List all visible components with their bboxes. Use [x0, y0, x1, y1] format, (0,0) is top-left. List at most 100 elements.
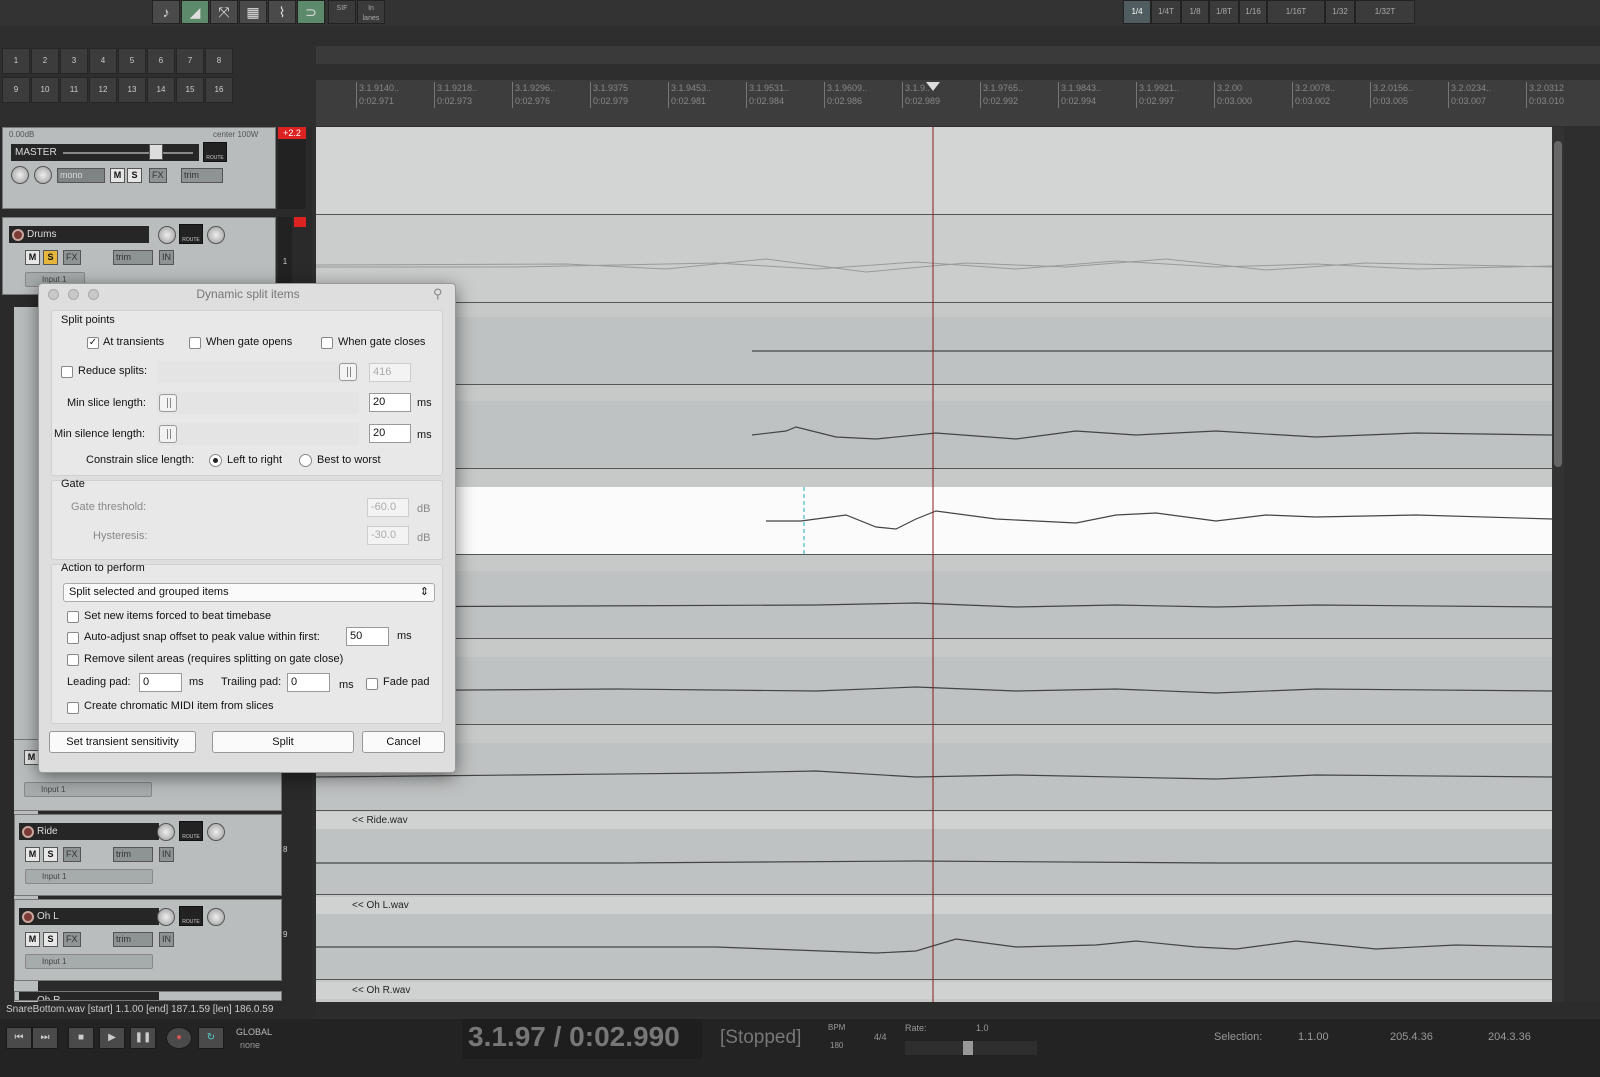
slider-thumb[interactable]	[159, 425, 177, 443]
metronome-icon[interactable]: ♪	[152, 0, 180, 24]
min-slice-field[interactable]: 20	[369, 393, 411, 412]
lanes-button[interactable]: In lanes	[357, 0, 385, 24]
track-num-button[interactable]: 8	[205, 48, 233, 74]
track-name[interactable]: Oh L	[19, 908, 159, 925]
record-arm-icon[interactable]	[22, 826, 34, 838]
slider-thumb[interactable]	[159, 394, 177, 412]
gate-closes-checkbox[interactable]	[321, 337, 333, 349]
trim-button[interactable]: trim	[113, 250, 153, 265]
input-select[interactable]: Input 1	[24, 782, 152, 797]
fade-pad-checkbox[interactable]	[366, 678, 378, 690]
auto-adjust-field[interactable]: 50	[346, 627, 389, 646]
go-end-icon[interactable]: ⏭	[32, 1027, 58, 1049]
rate-slider[interactable]	[905, 1041, 1037, 1055]
track-num-button[interactable]: 14	[147, 77, 175, 103]
input-select[interactable]: Input 1	[25, 954, 153, 969]
master-fx-button[interactable]: FX	[149, 168, 167, 183]
track-name[interactable]: Drums	[9, 226, 149, 243]
arrange-view[interactable]: << Ride.wav << Oh L.wav << Oh R.wav	[316, 127, 1552, 1002]
min-silence-field[interactable]: 20	[369, 424, 411, 443]
pan-knob[interactable]	[207, 226, 225, 244]
master-volume-knob[interactable]	[11, 166, 29, 184]
track-num-button[interactable]: 3	[60, 48, 88, 74]
action-select[interactable]: Split selected and grouped items ⇕	[63, 583, 435, 602]
track-num-button[interactable]: 12	[89, 77, 117, 103]
pin-icon[interactable]: ⚲	[433, 286, 443, 302]
grid-1-4t[interactable]: 1/4T	[1151, 0, 1181, 24]
at-transients-checkbox[interactable]: ✓	[87, 337, 99, 349]
trailing-pad-field[interactable]: 0	[287, 673, 330, 692]
slider-thumb[interactable]	[339, 363, 357, 381]
input-select[interactable]: Input 1	[25, 869, 153, 884]
track-num-button[interactable]: 15	[176, 77, 204, 103]
mute-button[interactable]: M	[24, 750, 39, 765]
input-monitor-button[interactable]: IN	[159, 932, 174, 947]
selection-start[interactable]: 1.1.00	[1298, 1031, 1329, 1043]
master-volume-slider[interactable]	[63, 152, 193, 154]
item-grouping-icon[interactable]: ▦	[239, 0, 267, 24]
solo-button[interactable]: S	[43, 250, 58, 265]
record-arm-icon[interactable]	[22, 911, 34, 923]
envelope-icon[interactable]: ⌇	[268, 0, 296, 24]
pan-knob[interactable]	[207, 908, 225, 926]
solo-button[interactable]: S	[43, 932, 58, 947]
auto-adjust-checkbox[interactable]	[67, 632, 79, 644]
master-pan-knob[interactable]	[34, 166, 52, 184]
go-start-icon[interactable]: ⏮	[6, 1027, 32, 1049]
beat-timebase-checkbox[interactable]	[67, 611, 79, 623]
split-button[interactable]: Split	[212, 731, 354, 753]
transient-sensitivity-button[interactable]: Set transient sensitivity	[49, 731, 196, 753]
play-icon[interactable]: ▶	[99, 1027, 125, 1049]
selection-end[interactable]: 205.4.36	[1390, 1031, 1433, 1043]
time-signature[interactable]: 4/4	[874, 1032, 887, 1042]
grid-1-8[interactable]: 1/8	[1181, 0, 1209, 24]
trim-button[interactable]: trim	[113, 932, 153, 947]
min-silence-slider[interactable]	[157, 423, 359, 445]
auto-crossfade-icon[interactable]: ◢	[181, 0, 209, 24]
pause-icon[interactable]: ❚❚	[130, 1027, 156, 1049]
track-num-button[interactable]: 10	[31, 77, 59, 103]
repeat-icon[interactable]: ↻	[198, 1027, 224, 1049]
reduce-splits-field[interactable]: 416	[369, 363, 411, 382]
record-arm-icon[interactable]	[12, 229, 24, 241]
route-button[interactable]: ROUTE	[179, 224, 203, 244]
grid-1-32t[interactable]: 1/32T	[1355, 0, 1415, 24]
route-button[interactable]: ROUTE	[179, 906, 203, 926]
track-num-button[interactable]: 6	[147, 48, 175, 74]
solo-button[interactable]: S	[43, 847, 58, 862]
sif-button[interactable]: SIF	[328, 0, 356, 24]
remove-silent-checkbox[interactable]	[67, 654, 79, 666]
fx-button[interactable]: FX	[63, 250, 81, 265]
gate-opens-checkbox[interactable]	[189, 337, 201, 349]
master-volume-thumb[interactable]	[149, 144, 163, 160]
vertical-scrollbar[interactable]	[1552, 127, 1564, 1002]
cancel-button[interactable]: Cancel	[362, 731, 445, 753]
rate-slider-thumb[interactable]	[963, 1041, 973, 1055]
grid-1-4[interactable]: 1/4	[1123, 0, 1151, 24]
track-num-button[interactable]: 5	[118, 48, 146, 74]
route-button[interactable]: ROUTE	[179, 821, 203, 841]
input-monitor-button[interactable]: IN	[159, 250, 174, 265]
region-bar[interactable]	[316, 46, 1600, 64]
track-num-button[interactable]: 16	[205, 77, 233, 103]
pan-knob[interactable]	[207, 823, 225, 841]
fx-button[interactable]: FX	[63, 847, 81, 862]
grid-1-8t[interactable]: 1/8T	[1209, 0, 1239, 24]
grid-1-16t[interactable]: 1/16T	[1267, 0, 1325, 24]
track-num-button[interactable]: 9	[2, 77, 30, 103]
playhead-marker-icon[interactable]	[926, 82, 940, 91]
time-display[interactable]: 3.1.97 / 0:02.990	[462, 1019, 702, 1059]
track-num-button[interactable]: 11	[60, 77, 88, 103]
scrollbar-thumb[interactable]	[1554, 141, 1562, 467]
left-to-right-radio[interactable]	[209, 454, 222, 467]
fx-button[interactable]: FX	[63, 932, 81, 947]
leading-pad-field[interactable]: 0	[139, 673, 182, 692]
grid-1-16[interactable]: 1/16	[1239, 0, 1267, 24]
volume-knob[interactable]	[157, 908, 175, 926]
timeline-ruler[interactable]: 3.1.9140.. 0:02.971 3.1.9218.. 0:02.973 3.…	[316, 80, 1600, 126]
reduce-splits-checkbox[interactable]	[61, 366, 73, 378]
mute-button[interactable]: M	[25, 847, 40, 862]
master-mute-button[interactable]: M	[110, 168, 125, 183]
master-route-button[interactable]: ROUTE	[203, 142, 227, 162]
track-num-button[interactable]: 13	[118, 77, 146, 103]
